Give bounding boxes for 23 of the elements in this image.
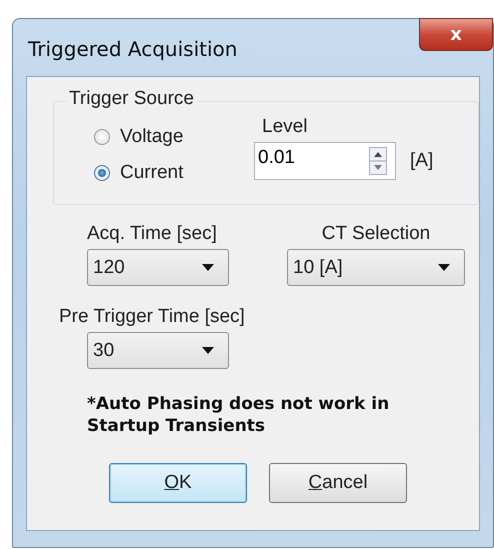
radio-button[interactable] [94,129,110,145]
level-spin-field[interactable]: 0.01 [254,142,396,180]
window-title: Triggered Acquisition [28,37,238,61]
dropdown-arrow-icon [202,347,214,354]
note-text: *Auto Phasing does not work in Startup Transients [87,393,390,437]
close-button[interactable]: x [419,18,493,51]
spin-arrows-icon[interactable] [369,147,387,175]
dropdown-arrow-icon [202,264,214,271]
ok-button[interactable]: OK [109,463,247,503]
acq-time-dropdown[interactable]: 120 [87,249,229,286]
group-title: Trigger Source [66,88,197,110]
radio-button[interactable] [94,165,110,181]
unit-label: [A] [410,150,434,172]
dropdown-arrow-icon [438,264,450,271]
cancel-button[interactable]: Cancel [269,463,407,503]
ct-selection-dropdown[interactable]: 10 [A] [287,249,465,286]
radio-label: Voltage [120,126,184,148]
level-label: Level [261,116,308,138]
ct-selection-label: CT Selection [322,223,430,245]
pre-trigger-dropdown[interactable]: 30 [87,332,229,369]
pre-trigger-label: Pre Trigger Time [sec] [59,306,246,328]
acq-time-label: Acq. Time [sec] [87,223,218,245]
radio-label: Current [120,162,184,184]
